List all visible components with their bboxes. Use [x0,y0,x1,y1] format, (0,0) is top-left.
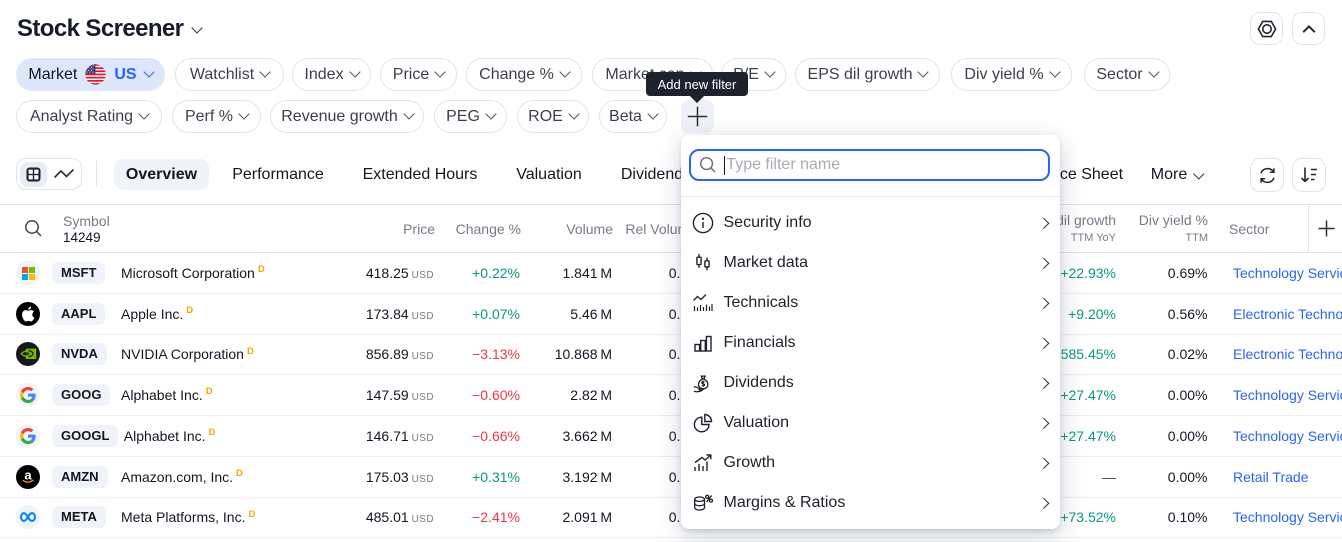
svg-text:a: a [24,469,32,483]
